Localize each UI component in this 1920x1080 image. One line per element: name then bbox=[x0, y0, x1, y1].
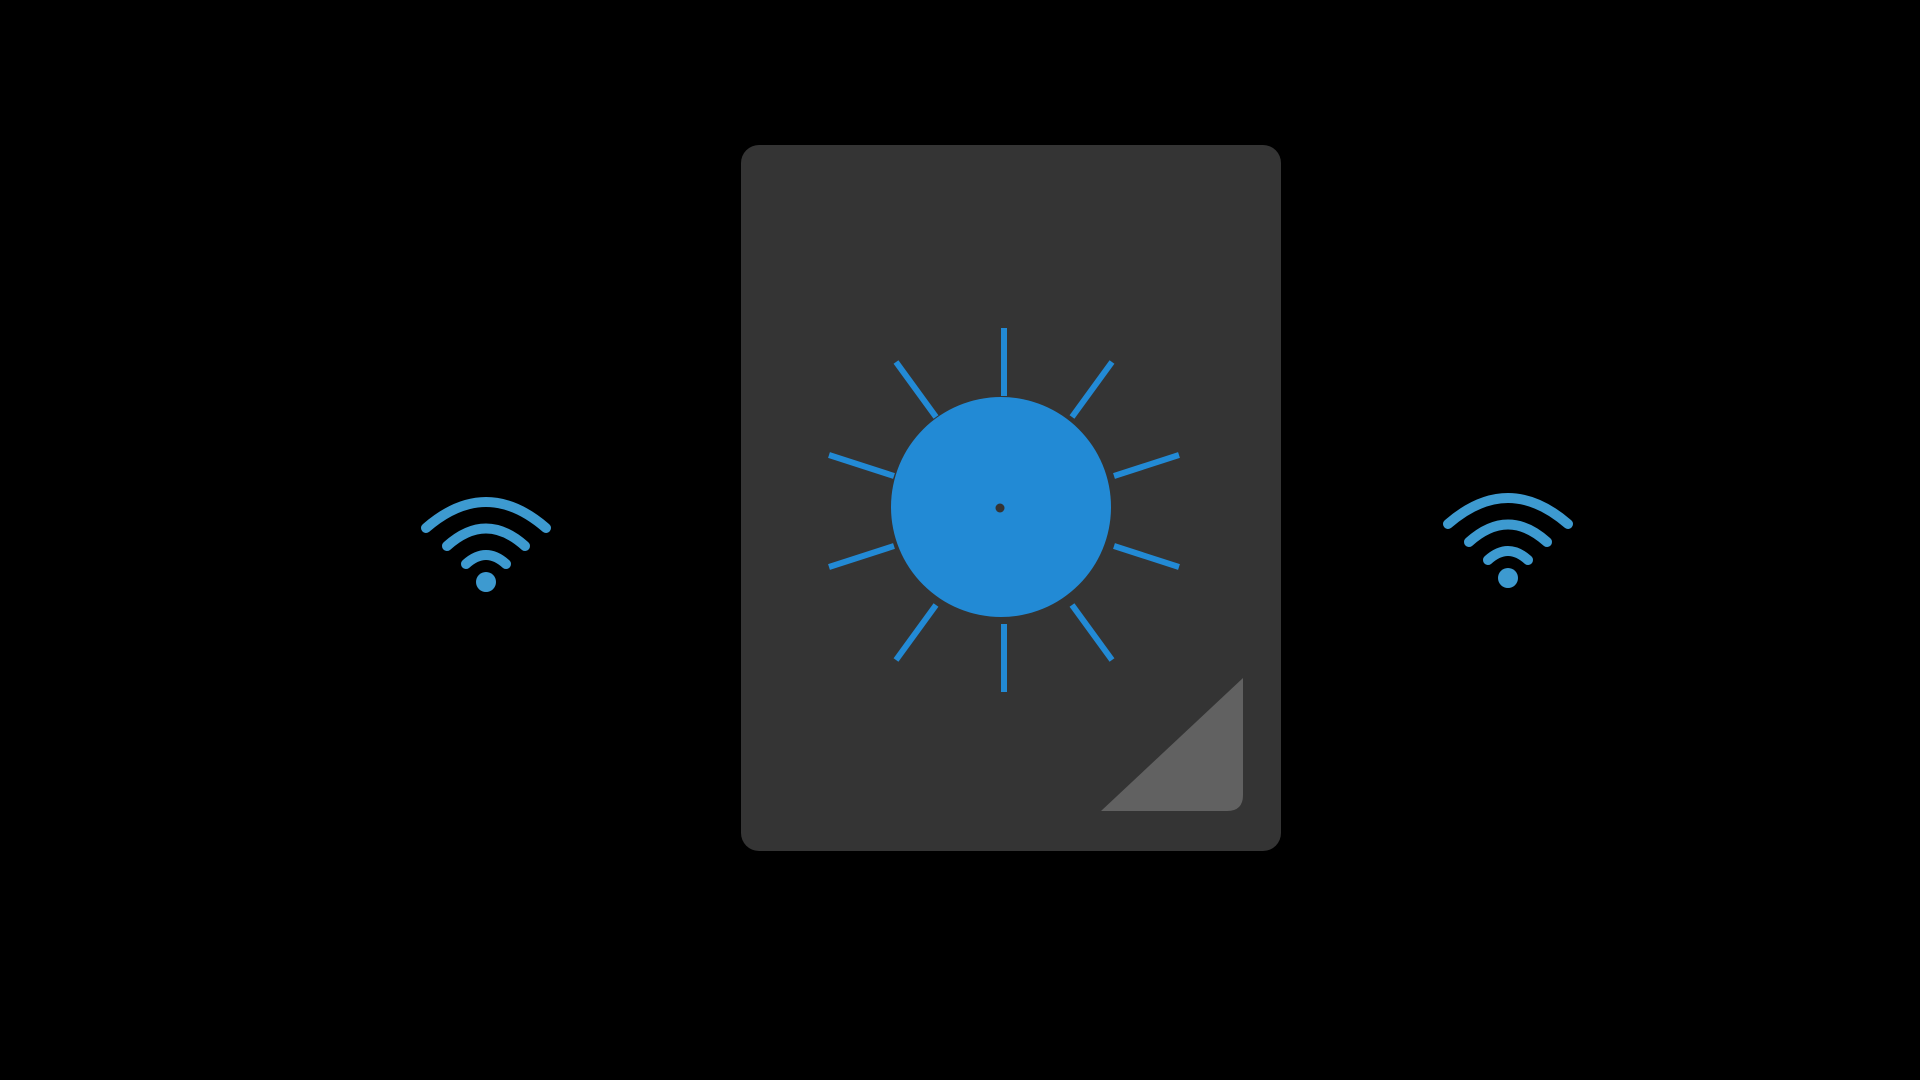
wifi-dot bbox=[1498, 568, 1518, 588]
wifi-icon-right bbox=[1443, 493, 1573, 588]
wifi-dot bbox=[476, 572, 496, 592]
wifi-arcs bbox=[421, 497, 551, 569]
sun-icon bbox=[828, 328, 1243, 811]
wifi-icon-left bbox=[421, 497, 551, 592]
wifi-arcs bbox=[1443, 493, 1573, 565]
page-fold bbox=[1101, 678, 1243, 811]
sun-center-dot bbox=[995, 503, 1005, 513]
document-panel bbox=[741, 145, 1281, 851]
stage bbox=[0, 0, 1920, 1080]
